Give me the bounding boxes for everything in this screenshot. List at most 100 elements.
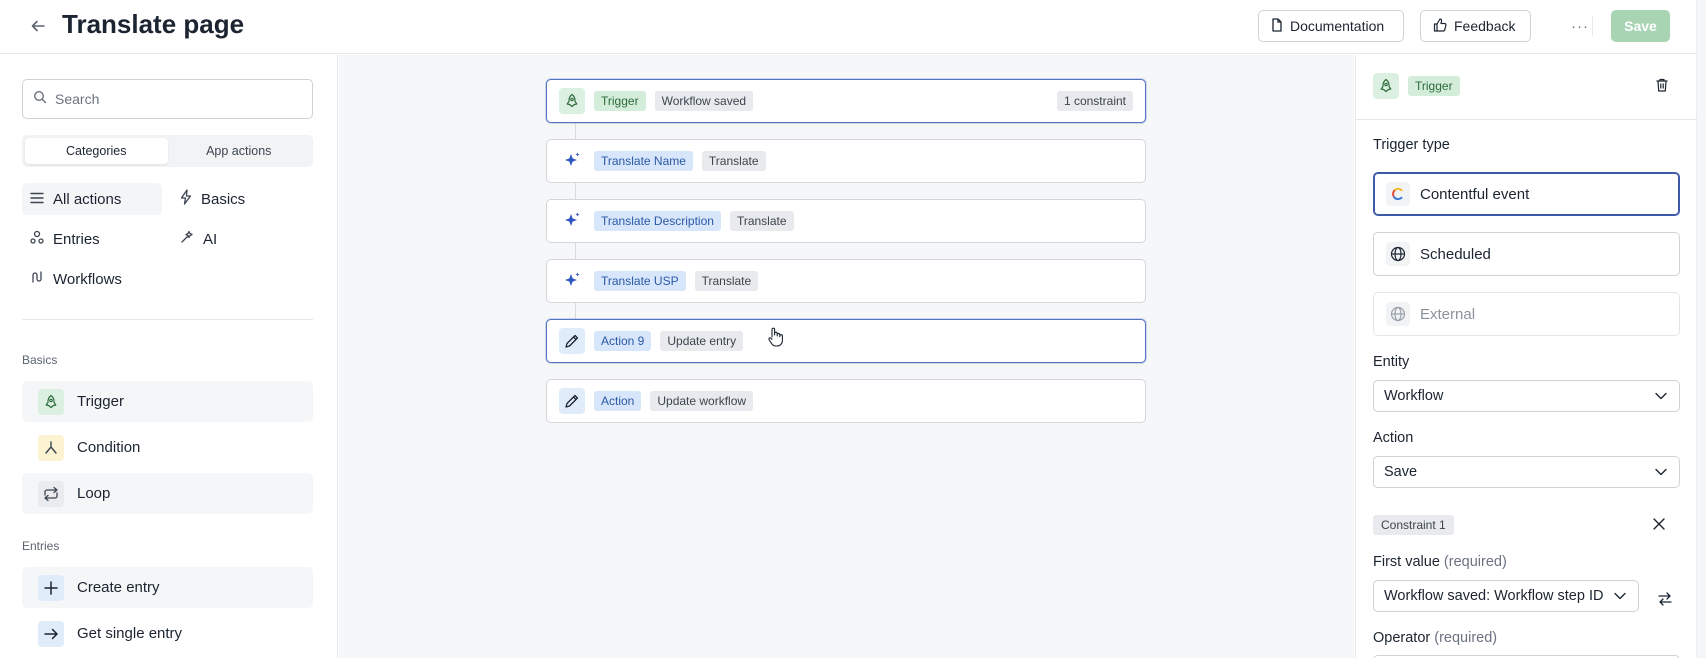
entity-select[interactable]: Workflow	[1373, 380, 1680, 412]
plus-icon	[38, 574, 64, 601]
node-inspector-panel: Trigger Trigger type Contentful event Sc…	[1355, 55, 1697, 658]
required-hint: (required)	[1443, 554, 1507, 570]
sparkle-icon	[559, 268, 585, 294]
workflow-node-translate-name[interactable]: Translate Name Translate	[546, 139, 1146, 183]
workflow-node-translate-description[interactable]: Translate Description Translate	[546, 199, 1146, 243]
action-label: Loop	[77, 485, 111, 502]
sidebar-divider	[22, 319, 313, 320]
search-icon	[33, 90, 47, 109]
segment-categories[interactable]: Categories	[25, 138, 168, 164]
constraint-count-tag: 1 constraint	[1056, 91, 1133, 111]
basics-section-label: Basics	[22, 353, 58, 367]
search-field[interactable]	[22, 79, 313, 119]
entries-icon	[30, 230, 44, 248]
thumbs-up-icon	[1433, 17, 1447, 35]
node-type-tag: Update workflow	[650, 391, 754, 411]
list-icon	[30, 191, 44, 208]
workflow-node-action-9[interactable]: Action 9 Update entry	[546, 319, 1146, 363]
arrow-right-icon	[38, 620, 64, 647]
header-divider	[1592, 16, 1593, 36]
trigger-option-scheduled[interactable]: Scheduled	[1373, 232, 1680, 276]
node-type-tag: Update entry	[660, 331, 744, 351]
node-type-tag: Translate	[694, 271, 759, 291]
segment-app-actions[interactable]: App actions	[168, 138, 311, 164]
action-item-loop[interactable]: Loop	[22, 473, 313, 514]
node-type-tag: Workflow saved	[654, 91, 754, 111]
category-label: AI	[203, 230, 218, 248]
close-icon[interactable]	[1652, 517, 1668, 533]
action-select[interactable]: Save	[1373, 456, 1680, 488]
document-icon	[1271, 17, 1283, 35]
swap-icon[interactable]	[1650, 583, 1680, 615]
entries-section-label: Entries	[22, 539, 60, 553]
node-name-tag: Translate USP	[594, 271, 686, 291]
first-value-select[interactable]: Workflow saved: Workflow step ID	[1373, 580, 1639, 612]
save-button[interactable]: Save	[1611, 10, 1670, 42]
action-item-create-entry[interactable]: Create entry	[22, 567, 313, 608]
node-name-tag: Translate Name	[594, 151, 693, 171]
category-ai[interactable]: AI	[172, 223, 312, 255]
action-item-get-single-entry[interactable]: Get single entry	[22, 613, 313, 654]
category-entries[interactable]: Entries	[22, 223, 162, 255]
workflow-node-trigger[interactable]: Trigger Workflow saved 1 constraint	[546, 79, 1146, 123]
loop-icon	[38, 480, 64, 507]
ai-sparkle-icon	[180, 230, 194, 248]
entity-label: Entity	[1373, 354, 1410, 370]
sparkle-icon	[559, 148, 585, 174]
trigger-type-label: Trigger type	[1373, 137, 1450, 153]
documentation-button[interactable]: Documentation	[1258, 10, 1404, 42]
chevron-down-icon	[1655, 388, 1667, 404]
action-label: Trigger	[77, 393, 124, 410]
rocket-icon	[38, 388, 64, 415]
action-select-value: Save	[1384, 464, 1418, 480]
node-type-tag: Translate	[701, 151, 766, 171]
node-name-tag: Action 9	[594, 331, 652, 351]
category-label: All actions	[53, 190, 122, 208]
trigger-option-label: External	[1420, 305, 1476, 323]
category-workflows[interactable]: Workflows	[22, 263, 162, 295]
action-label: Create entry	[77, 579, 160, 596]
action-item-trigger[interactable]: Trigger	[22, 381, 313, 422]
operator-label: Operator (required)	[1373, 630, 1497, 646]
workflow-node-action[interactable]: Action Update workflow	[546, 379, 1146, 423]
category-label: Basics	[201, 190, 246, 208]
more-options-icon[interactable]: ···	[1568, 14, 1592, 38]
node-name-tag: Trigger	[594, 91, 646, 111]
inspector-divider	[1356, 119, 1697, 120]
action-label: Action	[1373, 430, 1414, 446]
action-label: Get single entry	[77, 625, 183, 642]
node-name-tag: Action	[594, 391, 642, 411]
bolt-icon	[180, 189, 192, 209]
actions-sidebar: Categories App actions All actions Basic…	[0, 55, 338, 658]
pencil-icon	[559, 388, 585, 414]
trash-icon[interactable]	[1654, 77, 1672, 95]
rocket-icon	[1373, 73, 1399, 99]
category-all-actions[interactable]: All actions	[22, 183, 162, 215]
required-hint: (required)	[1434, 630, 1498, 646]
trigger-option-label: Scheduled	[1420, 245, 1491, 263]
workflow-node-translate-usp[interactable]: Translate USP Translate	[546, 259, 1146, 303]
workflow-icon	[30, 270, 44, 288]
trigger-option-contentful-event[interactable]: Contentful event	[1373, 172, 1680, 216]
window-scrollbar[interactable]	[1696, 0, 1706, 658]
contentful-icon	[1386, 182, 1410, 206]
globe-icon	[1386, 242, 1410, 266]
constraint-tag: Constraint 1	[1373, 515, 1454, 535]
action-item-condition[interactable]: Condition	[22, 427, 313, 468]
category-basics[interactable]: Basics	[172, 183, 312, 215]
back-arrow-icon[interactable]	[26, 14, 50, 38]
feedback-button[interactable]: Feedback	[1420, 10, 1531, 42]
trigger-option-external[interactable]: External	[1373, 292, 1680, 336]
category-segmented-control: Categories App actions	[22, 135, 313, 167]
hand-cursor-icon	[766, 326, 786, 348]
first-value-select-value: Workflow saved: Workflow step ID	[1384, 588, 1604, 604]
node-type-tag: Translate	[729, 211, 794, 231]
globe-icon	[1386, 302, 1410, 326]
inspector-node-tag: Trigger	[1408, 76, 1460, 96]
entity-select-value: Workflow	[1384, 388, 1444, 404]
search-input[interactable]	[55, 91, 295, 107]
first-value-label: First value (required)	[1373, 554, 1507, 570]
top-bar: Translate page Documentation Feedback ··…	[0, 0, 1696, 54]
category-label: Workflows	[53, 270, 122, 288]
feedback-label: Feedback	[1454, 18, 1516, 34]
